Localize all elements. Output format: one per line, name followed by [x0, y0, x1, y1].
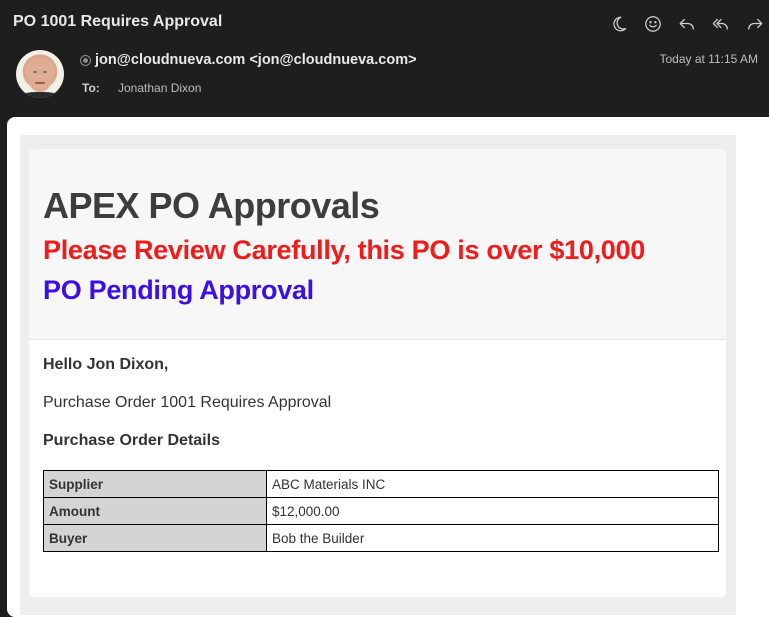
smiley-icon: [645, 16, 661, 32]
recipient-name[interactable]: Jonathan Dixon: [118, 81, 201, 95]
sender-address[interactable]: jon@cloudnueva.com <jon@cloudnueva.com>: [95, 52, 417, 68]
email-card-body: Hello Jon Dixon, Purchase Order 1001 Req…: [29, 340, 726, 552]
table-row: Buyer Bob the Builder: [43, 524, 719, 552]
recipient-row: To: Jonathan Dixon: [82, 81, 201, 95]
table-row: Amount $12,000.00: [43, 497, 719, 525]
sender-avatar: [16, 50, 64, 98]
avatar-shirt: [20, 92, 60, 98]
greeting: Hello Jon Dixon,: [43, 356, 169, 373]
detail-value: $12,000.00: [266, 497, 719, 525]
detail-label: Amount: [43, 497, 267, 525]
avatar-mouth: [35, 82, 45, 84]
pending-heading: PO Pending Approval: [43, 275, 314, 305]
reply-button[interactable]: [670, 12, 704, 36]
reply-icon: [679, 18, 694, 30]
po-details-table: Supplier ABC Materials INC Amount $12,00…: [43, 470, 719, 552]
sender-status-icon: [80, 54, 91, 66]
to-label: To:: [82, 81, 100, 95]
snooze-button[interactable]: [602, 12, 636, 36]
table-row: Supplier ABC Materials INC: [43, 470, 719, 498]
details-heading: Purchase Order Details: [43, 432, 220, 449]
detail-value: Bob the Builder: [266, 524, 719, 552]
avatar-face: [27, 58, 53, 92]
moon-icon: [613, 16, 627, 32]
message-toolbar: [602, 12, 769, 36]
email-header: PO 1001 Requires Approval jon@cloudnueva…: [0, 0, 769, 118]
email-card: APEX PO Approvals Please Review Carefull…: [29, 149, 726, 597]
avatar-eye: [33, 71, 37, 73]
detail-label: Buyer: [43, 524, 267, 552]
sender[interactable]: jon@cloudnueva.com <jon@cloudnueva.com>: [80, 52, 417, 68]
forward-button[interactable]: [738, 12, 769, 36]
avatar-eye: [43, 71, 47, 73]
message-body: APEX PO Approvals Please Review Carefull…: [7, 117, 769, 617]
reply-all-icon: [712, 18, 728, 30]
reply-all-button[interactable]: [704, 12, 738, 36]
app-title: APEX PO Approvals: [43, 185, 380, 226]
detail-value: ABC Materials INC: [266, 470, 719, 498]
forward-icon: [748, 18, 763, 30]
reaction-button[interactable]: [636, 12, 670, 36]
email-card-header: APEX PO Approvals Please Review Carefull…: [29, 149, 726, 340]
email-subject: PO 1001 Requires Approval: [13, 13, 223, 30]
detail-label: Supplier: [43, 470, 267, 498]
email-date: Today at 11:15 AM: [659, 52, 758, 66]
intro-text: Purchase Order 1001 Requires Approval: [43, 394, 332, 411]
warning-heading: Please Review Carefully, this PO is over…: [43, 235, 645, 265]
email-wrapper: APEX PO Approvals Please Review Carefull…: [20, 135, 736, 615]
